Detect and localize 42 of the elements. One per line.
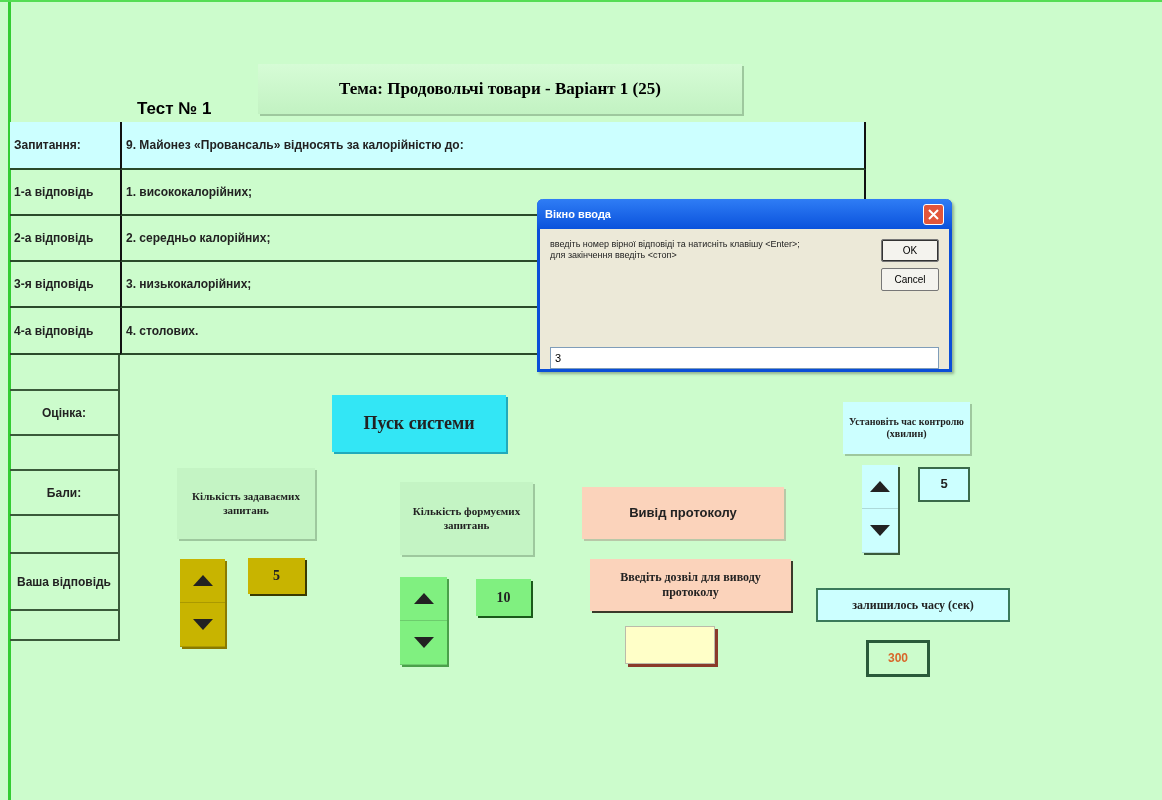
up-arrow-icon (870, 481, 890, 492)
down-arrow-icon (413, 637, 434, 648)
table-cell: Оцінка: (10, 391, 120, 436)
remaining-value: 300 (866, 640, 930, 677)
permission-field[interactable] (625, 626, 715, 664)
table-cell: 2-а відповідь (10, 216, 120, 262)
answer-input[interactable]: 3 (550, 347, 939, 369)
down-arrow-icon (870, 525, 890, 536)
table-cell: Бали: (10, 471, 120, 516)
up-arrow-icon (192, 575, 213, 586)
formed-count-value: 10 (476, 579, 531, 616)
down-button[interactable] (862, 509, 898, 553)
dialog-button[interactable]: OK (881, 239, 939, 263)
close-button[interactable] (923, 203, 944, 225)
timer-value: 5 (918, 467, 970, 502)
start-button[interactable]: Пуск системи (332, 395, 506, 452)
up-button[interactable] (400, 577, 447, 621)
formed-count-label: Кількість формуємих запитань (400, 482, 533, 555)
up-button[interactable] (862, 465, 898, 509)
down-button[interactable] (400, 621, 447, 665)
up-arrow-icon (413, 593, 434, 604)
dialog-message: для закінчення введіть <стоп> (550, 250, 678, 261)
topic-title: Тема: Продовольчі товари - Варіант 1 (25) (258, 64, 742, 114)
asked-count-value: 5 (248, 558, 305, 594)
close-icon (928, 208, 939, 220)
table-cell: Запитання: (10, 122, 120, 170)
asked-count-label: Кількість задаваємих запитань (177, 468, 315, 539)
table-cell: 4-а відповідь (10, 308, 120, 355)
down-button[interactable] (180, 603, 225, 647)
table-cell: 9. Майонез «Провансаль» відносять за калорійністю до: (120, 122, 866, 170)
table-cell: Ваша відповідь (10, 554, 120, 611)
remaining-label: залишилось часу (сек) (816, 588, 1010, 622)
permission-label: Введіть дозвіл для виводу протоколу (590, 559, 791, 611)
table-cell: 1-а відповідь (10, 170, 120, 216)
timer-label: Установіть час контролю (хвилин) (843, 402, 970, 454)
protocol-button[interactable]: Вивід протоколу (582, 487, 784, 539)
table-cell: 3-я відповідь (10, 262, 120, 308)
dialog-message: введіть номер вірної відповіді та натисніть клавішу <Enter>; (550, 239, 801, 251)
down-arrow-icon (192, 619, 213, 630)
dialog-button[interactable]: Cancel (881, 268, 939, 292)
up-button[interactable] (180, 559, 225, 603)
test-label: Тест № 1 (137, 99, 212, 119)
